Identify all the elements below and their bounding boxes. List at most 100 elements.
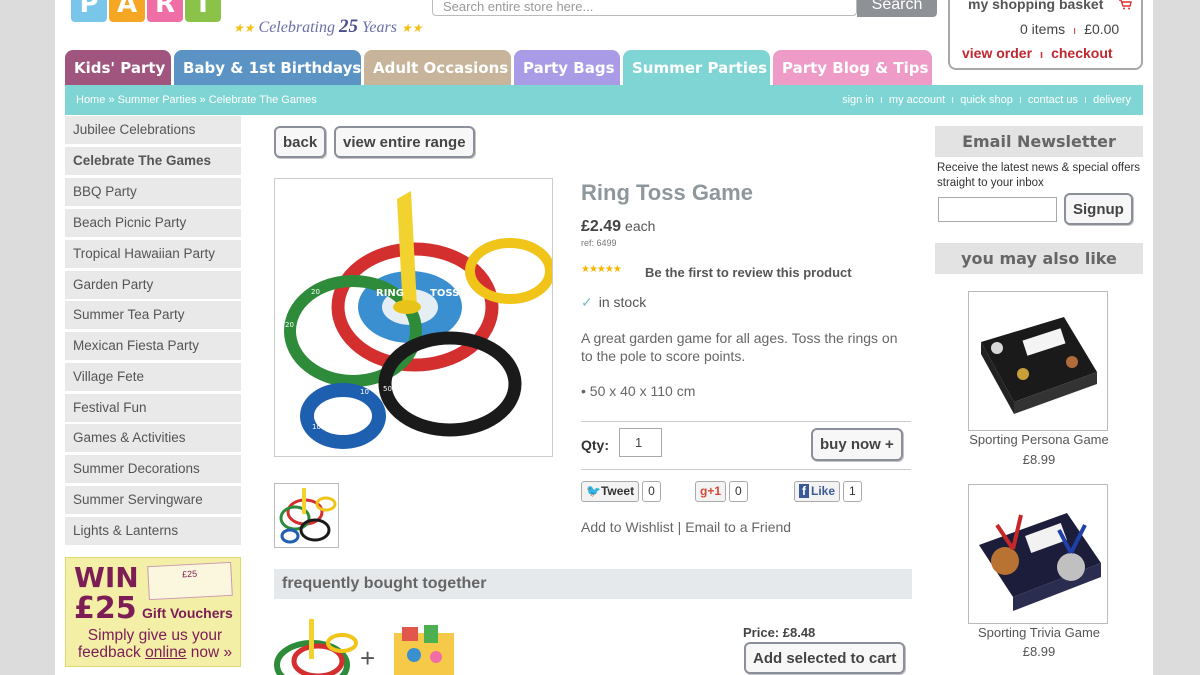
basket-icon bbox=[1118, 0, 1132, 13]
sporting-trivia-image bbox=[979, 513, 1101, 611]
sidebar-item-games-activities[interactable]: Games & Activities bbox=[65, 424, 241, 452]
checkout-link[interactable]: checkout bbox=[1051, 45, 1112, 61]
add-selected-to-cart-button[interactable]: Add selected to cart bbox=[744, 642, 906, 674]
gplus-widget: g+1 0 bbox=[695, 481, 748, 502]
separator: | bbox=[677, 519, 682, 535]
product-description: A great garden game for all ages. Toss t… bbox=[581, 330, 898, 364]
view-entire-range-button[interactable]: view entire range bbox=[334, 126, 475, 158]
search-input[interactable]: Search entire store here... bbox=[432, 0, 857, 16]
sidebar-item-village-fete[interactable]: Village Fete bbox=[65, 363, 241, 391]
basket-summary: 0 items ı £0.00 bbox=[1020, 21, 1119, 37]
tab-label: Summer Parties bbox=[632, 59, 768, 77]
gplus-button[interactable]: g+1 bbox=[695, 481, 727, 502]
sidebar-item-summer-servingware[interactable]: Summer Servingware bbox=[65, 486, 241, 514]
product-title: Ring Toss Game bbox=[581, 180, 753, 205]
fbt-price: Price: £8.48 bbox=[743, 625, 816, 640]
signup-button[interactable]: Signup bbox=[1064, 193, 1133, 225]
quantity-input[interactable]: 1 bbox=[619, 428, 662, 457]
tab-summer-parties[interactable]: Summer Parties bbox=[623, 50, 770, 85]
tab-baby-birthdays[interactable]: Baby & 1st Birthdays bbox=[174, 50, 361, 85]
sidebar-item-festival-fun[interactable]: Festival Fun bbox=[65, 394, 241, 422]
sidebar-item-summer-tea[interactable]: Summer Tea Party bbox=[65, 301, 241, 329]
tab-adult-occasions[interactable]: Adult Occasions bbox=[364, 50, 511, 85]
plus-sign: + bbox=[360, 643, 376, 673]
separator: ı bbox=[1018, 94, 1022, 106]
divider bbox=[581, 469, 911, 470]
voucher-online-link[interactable]: online bbox=[145, 644, 186, 661]
tweet-button[interactable]: 🐦Tweet bbox=[581, 481, 640, 502]
voucher-gift-label: Gift Vouchers bbox=[142, 605, 233, 621]
sidebar-item-garden[interactable]: Garden Party bbox=[65, 271, 241, 299]
shopping-basket: my shopping basket 0 items ı £0.00 view or… bbox=[948, 0, 1143, 70]
sidebar-item-tropical-hawaiian[interactable]: Tropical Hawaiian Party bbox=[65, 240, 241, 268]
account-links: sign in ı my account ı quick shop ı contact us… bbox=[842, 94, 1131, 106]
site-logo[interactable]: PART bbox=[71, 0, 223, 22]
buy-now-button[interactable]: buy now + bbox=[811, 428, 903, 461]
sign-in-link[interactable]: sign in bbox=[842, 94, 874, 106]
tagline-suffix: Years bbox=[361, 19, 397, 36]
tab-party-blog[interactable]: Party Blog & Tips bbox=[773, 50, 932, 85]
page: PART ★★ Celebrating 25 Years ★★ Search e… bbox=[55, 0, 1153, 675]
voucher-card-image: £25 bbox=[147, 561, 233, 601]
product-thumbnail[interactable] bbox=[274, 483, 339, 548]
delivery-link[interactable]: delivery bbox=[1093, 94, 1131, 106]
gift-voucher-banner[interactable]: £25 WIN £25 Gift Vouchers Simply give us… bbox=[65, 557, 241, 667]
tab-kids-party[interactable]: Kids' Party bbox=[65, 50, 171, 85]
breadcrumb-home[interactable]: Home bbox=[76, 94, 105, 106]
basket-title: my shopping basket bbox=[968, 0, 1104, 12]
product-dimensions: • 50 x 40 x 110 cm bbox=[581, 383, 696, 399]
add-to-wishlist-link[interactable]: Add to Wishlist bbox=[581, 519, 674, 535]
my-account-link[interactable]: my account bbox=[889, 94, 945, 106]
sidebar-item-lights-lanterns[interactable]: Lights & Lanterns bbox=[65, 517, 241, 545]
product-image-sporting-persona[interactable] bbox=[968, 291, 1108, 431]
sidebar-item-bbq[interactable]: BBQ Party bbox=[65, 178, 241, 206]
also-like-name[interactable]: Sporting Persona Game bbox=[935, 432, 1143, 447]
tweet-widget: 🐦Tweet 0 bbox=[581, 481, 661, 502]
star-icon: ★ bbox=[243, 21, 255, 35]
contact-us-link[interactable]: contact us bbox=[1028, 94, 1078, 106]
newsletter-email-input[interactable] bbox=[938, 197, 1057, 222]
gplus-count: 0 bbox=[729, 481, 748, 502]
facebook-icon: f bbox=[799, 484, 809, 498]
separator: ı bbox=[1084, 94, 1088, 106]
email-friend-link[interactable]: Email to a Friend bbox=[685, 519, 791, 535]
like-label: Like bbox=[811, 484, 836, 498]
back-button[interactable]: back bbox=[274, 126, 327, 158]
ring-label: 20 bbox=[311, 288, 320, 296]
stock-text: in stock bbox=[598, 294, 647, 310]
logo-letter: T bbox=[185, 0, 221, 22]
voucher-text: Simply give us your feedback online now … bbox=[70, 627, 240, 661]
tab-label: Party Bags bbox=[523, 59, 615, 77]
voucher-line2-post: now » bbox=[190, 644, 233, 661]
sidebar-item-mexican-fiesta[interactable]: Mexican Fiesta Party bbox=[65, 332, 241, 360]
ring-label: 50 bbox=[383, 385, 392, 393]
breadcrumb-summer-parties[interactable]: Summer Parties bbox=[118, 94, 197, 106]
ring-label: 20 bbox=[285, 321, 294, 329]
star-icon: ★ bbox=[233, 21, 244, 35]
tab-label: Adult Occasions bbox=[373, 59, 509, 77]
separator: ı bbox=[879, 94, 883, 106]
voucher-line1: Simply give us your bbox=[87, 627, 223, 644]
sidebar-item-jubilee[interactable]: Jubilee Celebrations bbox=[65, 116, 241, 144]
also-like-name[interactable]: Sporting Trivia Game bbox=[935, 625, 1143, 640]
review-link[interactable]: Be the first to review this product bbox=[645, 265, 852, 280]
product-ref: ref: 6499 bbox=[581, 238, 617, 248]
product-image[interactable]: RING TOSS 20 20 50 100 10 bbox=[274, 178, 555, 457]
product-price: £2.49 each bbox=[581, 218, 655, 236]
like-button[interactable]: f Like bbox=[794, 481, 841, 502]
view-order-link[interactable]: view order bbox=[962, 45, 1032, 61]
voucher-line2-pre: feedback bbox=[77, 644, 141, 661]
search-button[interactable]: Search bbox=[857, 0, 937, 17]
voucher-card-amount: £25 bbox=[181, 568, 198, 580]
gplus-label: +1 bbox=[707, 484, 722, 498]
product-image-sporting-trivia[interactable] bbox=[968, 484, 1108, 624]
sidebar-item-summer-decorations[interactable]: Summer Decorations bbox=[65, 455, 241, 483]
quick-shop-link[interactable]: quick shop bbox=[960, 94, 1013, 106]
sidebar-item-celebrate-games[interactable]: Celebrate The Games bbox=[65, 147, 241, 175]
newsletter-heading: Email Newsletter bbox=[935, 126, 1143, 157]
sidebar-item-beach-picnic[interactable]: Beach Picnic Party bbox=[65, 209, 241, 237]
tab-party-bags[interactable]: Party Bags bbox=[514, 50, 620, 85]
rating-stars-icon: ★★★★★ bbox=[581, 264, 622, 275]
search-placeholder: Search entire store here... bbox=[443, 0, 594, 14]
breadcrumb-current: Celebrate The Games bbox=[208, 94, 317, 106]
